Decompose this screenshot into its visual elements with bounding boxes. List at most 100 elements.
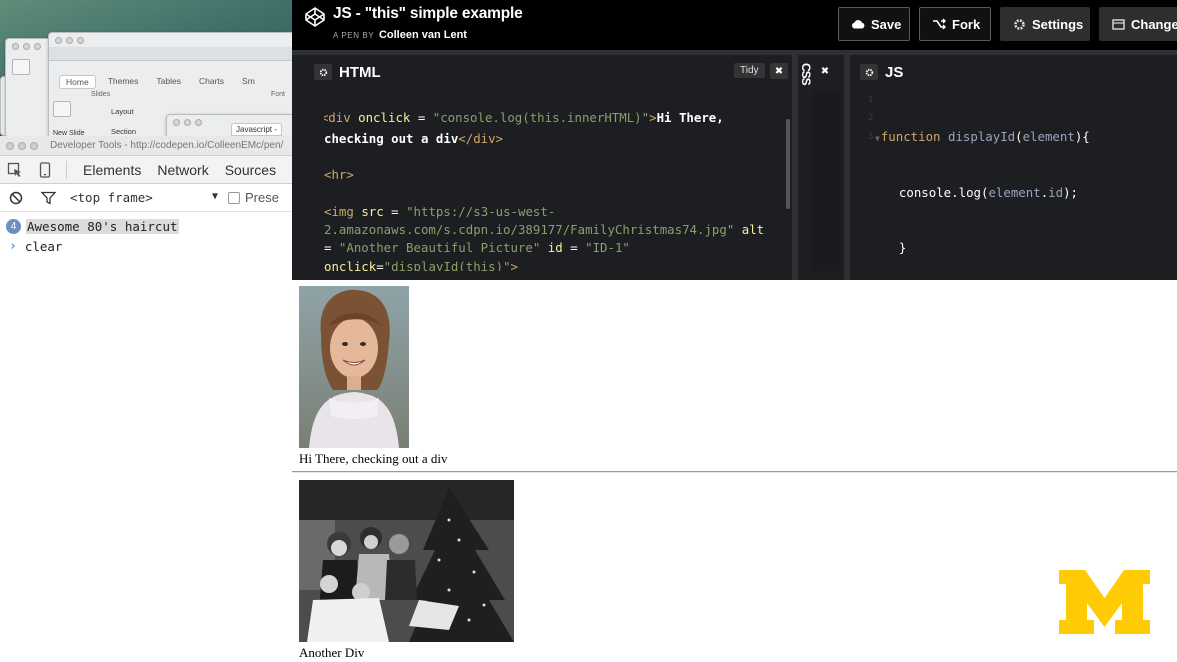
code-token: "ID-1": [585, 240, 630, 256]
html-editor-header: HTML: [314, 61, 381, 83]
frame-selector-value: <top frame>: [70, 190, 153, 205]
fork-button[interactable]: Fork: [919, 7, 991, 41]
group-label-slides: Slides: [91, 91, 111, 98]
close-icon[interactable]: ✖: [770, 63, 788, 79]
codepen-header: JS - "this" simple example A PEN BY Coll…: [292, 0, 1177, 50]
prompt-chevron-icon: ›: [9, 238, 17, 254]
window-title: Developer Tools - http://codepen.io/Coll…: [50, 140, 284, 151]
horizontal-rule: [292, 471, 1177, 473]
line-number: 2: [868, 113, 874, 124]
editor-area: HTML Tidy ✖ 3 ▼<div onclick = "console.l…: [292, 50, 1177, 280]
code-token: log: [958, 185, 981, 201]
fold-arrow-icon[interactable]: ▼: [875, 134, 880, 143]
developer-tools-window: Developer Tools - http://codepen.io/Coll…: [0, 136, 292, 662]
ribbon-tab[interactable]: Sm: [236, 75, 261, 89]
code-line: checking out a div</div>: [324, 130, 804, 148]
code-token: displayId: [947, 128, 1016, 144]
settings-label: Settings: [1032, 16, 1084, 32]
js-code[interactable]: ▼function displayId(element){ console.lo…: [875, 91, 1090, 294]
repeat-count-badge: 4: [6, 218, 21, 234]
css-editor-label[interactable]: CSS: [799, 63, 813, 85]
pen-byline: A PEN BY Colleen van Lent: [333, 29, 467, 41]
div-caption[interactable]: Another Div: [299, 645, 364, 661]
div-caption[interactable]: Hi There, checking out a div: [299, 451, 448, 467]
section-button[interactable]: Section: [111, 127, 136, 136]
author-link[interactable]: Colleen van Lent: [379, 29, 467, 41]
pen-title[interactable]: JS - "this" simple example: [333, 5, 523, 23]
frame-selector[interactable]: <top frame> ▼: [64, 190, 218, 205]
device-icon[interactable]: [30, 156, 60, 184]
dropdown-caret-icon: ▼: [211, 191, 218, 202]
gear-icon[interactable]: [860, 64, 878, 80]
preserve-log-checkbox[interactable]: Prese: [228, 190, 279, 205]
css-gutter: [812, 91, 840, 271]
group-label-font: Font: [271, 91, 286, 98]
fork-icon: [932, 18, 946, 30]
ribbon-tab[interactable]: Tables: [150, 75, 187, 89]
js-editor[interactable]: JS 1 2 3 ▼function displayId(element){ c…: [844, 55, 1177, 280]
code-token: <div: [324, 110, 359, 126]
tidy-button[interactable]: Tidy: [734, 63, 765, 78]
code-line: ▼<div onclick = "console.log(this.innerH…: [324, 109, 804, 129]
code-token: "console.log(this.innerHTML)": [432, 110, 650, 126]
filter-icon[interactable]: [32, 184, 64, 212]
fork-label: Fork: [952, 16, 981, 32]
html-code[interactable]: 3 ▼<div onclick = "console.log(this.inne…: [324, 91, 804, 271]
html-editor[interactable]: HTML Tidy ✖ 3 ▼<div onclick = "console.l…: [308, 55, 792, 280]
new-slide-icon[interactable]: [53, 101, 71, 117]
tab-sources[interactable]: Sources: [217, 156, 284, 184]
ribbon-tab[interactable]: Home: [59, 75, 96, 89]
css-editor-collapsed[interactable]: CSS ✖: [792, 55, 840, 280]
code-token: <hr>: [324, 167, 354, 183]
save-button[interactable]: Save: [838, 7, 910, 41]
console-prompt[interactable]: › clear: [6, 236, 292, 256]
code-token: function: [880, 128, 941, 144]
code-line: <img src = "https://s3-us-west-: [324, 203, 804, 221]
console-input-text[interactable]: clear: [25, 239, 63, 254]
code-token: </div>: [458, 130, 504, 146]
console-log-entry: 4 Awesome 80's haircut: [6, 216, 292, 236]
code-line: 2.amazonaws.com/s.cdpn.io/389177/FamilyC…: [324, 221, 804, 239]
scrollbar[interactable]: [786, 119, 790, 209]
console-message: Awesome 80's haircut: [26, 218, 179, 234]
clear-console-icon[interactable]: [0, 184, 32, 212]
code-token: =: [562, 240, 586, 256]
codepen-logo-icon[interactable]: [304, 6, 326, 28]
checkbox[interactable]: [228, 191, 240, 204]
code-token: "https://s3-us-west-: [406, 203, 556, 219]
line-number: 1: [868, 95, 874, 105]
code-token: alt: [734, 222, 765, 238]
js-editor-header: JS: [860, 61, 903, 83]
change-view-button[interactable]: Change: [1099, 7, 1177, 41]
code-token: =: [383, 203, 407, 219]
window-controls[interactable]: [6, 142, 38, 150]
code-line: }: [884, 239, 1090, 257]
code-token: Hi There,: [656, 110, 724, 126]
code-token: "displayId(this)": [383, 258, 511, 271]
preview-pane: Hi There, checking out a div Another Div: [292, 280, 1177, 662]
byline-prefix: A PEN BY: [333, 31, 375, 40]
browser-tab[interactable]: Javascript -: [231, 123, 282, 136]
slide-thumbnail-icon: [12, 59, 30, 75]
change-view-label: Change: [1131, 16, 1177, 32]
gear-icon[interactable]: [314, 64, 332, 80]
cloud-icon: [851, 19, 865, 29]
ribbon-tab[interactable]: Themes: [102, 75, 145, 89]
inspect-icon[interactable]: [0, 156, 30, 184]
code-line: ▼function displayId(element){: [875, 128, 1090, 144]
code-line: console.log(element.id);: [898, 185, 1078, 201]
family-christmas-photo[interactable]: [299, 480, 514, 642]
code-token: onclick: [358, 110, 411, 126]
code-token: }: [898, 240, 907, 256]
tab-network[interactable]: Network: [149, 156, 216, 184]
js-gutter: 1 2 3: [868, 91, 873, 146]
girl-photo[interactable]: [299, 286, 409, 448]
tab-elements[interactable]: Elements: [75, 156, 149, 184]
ribbon-tab[interactable]: Charts: [193, 75, 230, 89]
close-icon[interactable]: ✖: [816, 63, 834, 79]
console-output[interactable]: 4 Awesome 80's haircut › clear: [0, 212, 292, 256]
code-token: >: [649, 110, 657, 126]
settings-button[interactable]: Settings: [1000, 7, 1090, 41]
code-line: = "Another Beautiful Picture" id = "ID-1…: [324, 239, 804, 257]
layout-button[interactable]: Layout: [111, 107, 134, 116]
